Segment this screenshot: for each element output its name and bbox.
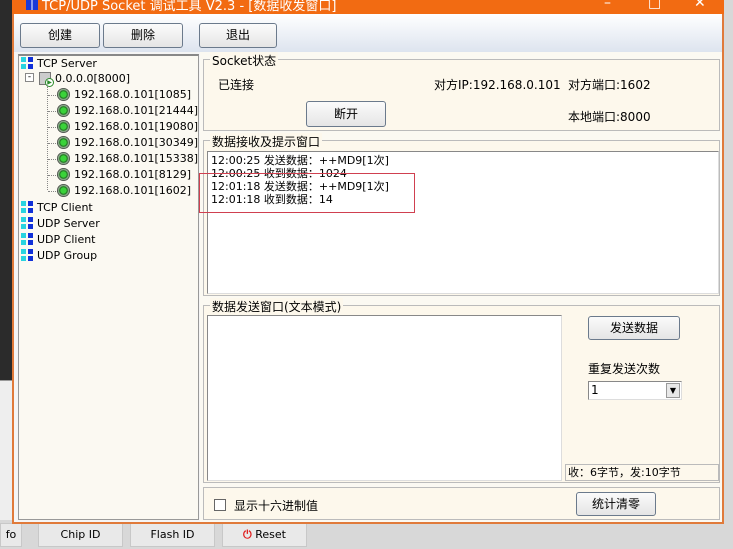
grid-icon [21, 201, 33, 213]
receive-group: 数据接收及提示窗口 12:00:25 发送数据：++MD9[1次] 12:00:… [203, 133, 720, 296]
tree-label: UDP Client [37, 233, 96, 246]
tree-item-udp-server[interactable]: UDP Server [21, 217, 100, 231]
grid-icon [21, 57, 33, 69]
chip-id-button[interactable]: Chip ID [38, 523, 123, 547]
repeat-count-select[interactable]: 1 ▼ [588, 381, 682, 400]
peer-port: 对方端口:1602 [568, 78, 651, 92]
reset-stats-button[interactable]: 统计清零 [576, 492, 656, 516]
tree-label: 192.168.0.101[21444] [74, 104, 199, 117]
send-group: 数据发送窗口(文本模式) 发送数据 重复发送次数 1 ▼ 收：6字节，发:10字节 [203, 298, 720, 483]
socket-status-group: Socket状态 已连接 对方IP:192.168.0.101 对方端口:160… [203, 52, 720, 131]
tree-label: TCP Client [37, 201, 93, 214]
tree-item-tcp-client[interactable]: TCP Client [21, 201, 93, 215]
connected-icon [57, 152, 70, 165]
local-port: 本地端口:8000 [568, 110, 651, 124]
footer-bar: 显示十六进制值 统计清零 [203, 487, 720, 520]
highlight-annotation [199, 173, 415, 213]
byte-stats: 收：6字节，发:10字节 [565, 464, 719, 481]
connected-icon [57, 168, 70, 181]
connected-icon [57, 136, 70, 149]
group-legend: Socket状态 [210, 52, 279, 69]
tree-label: UDP Server [37, 217, 100, 230]
tree-item-connection[interactable]: 192.168.0.101[8129] [57, 168, 191, 182]
create-button[interactable]: 创建 [20, 23, 100, 48]
chevron-down-icon: ▼ [666, 383, 680, 398]
tree-label: 0.0.0.0[8000] [55, 72, 131, 85]
connected-icon [57, 184, 70, 197]
group-legend: 数据接收及提示窗口 [210, 133, 323, 150]
tree-label: 192.168.0.101[30349] [74, 136, 199, 149]
tree-label: 192.168.0.101[19080] [74, 120, 199, 133]
close-button[interactable]: ✕ [694, 0, 706, 11]
power-icon: ⏻ [243, 528, 252, 541]
tree-item-connection[interactable]: 192.168.0.101[30349] [57, 136, 198, 150]
tree-item-udp-client[interactable]: UDP Client [21, 233, 96, 247]
title-bar: TCP/UDP Socket 调试工具 V2.3 - [数据收发窗口] – □ … [12, 0, 724, 14]
tree-label: TCP Server [37, 57, 97, 70]
server-icon: ▶ [39, 72, 54, 87]
connected-icon [57, 88, 70, 101]
tree-item-connection[interactable]: 192.168.0.101[21444] [57, 104, 198, 118]
tree-label: 192.168.0.101[1085] [74, 88, 192, 101]
tree-label: 192.168.0.101[15338] [74, 152, 199, 165]
tree-label: UDP Group [37, 249, 98, 262]
app-icon [26, 0, 38, 10]
connected-icon [57, 104, 70, 117]
tree-item-tcp-server[interactable]: TCP Server [21, 57, 97, 71]
tree-item-connection[interactable]: 192.168.0.101[1602] [57, 184, 191, 198]
toolbar: 创建 删除 退出 [14, 14, 722, 52]
log-line: 12:00:25 发送数据：++MD9[1次] [211, 154, 389, 167]
hex-label: 显示十六进制值 [234, 499, 319, 513]
delete-button[interactable]: 删除 [103, 23, 183, 48]
socket-tree[interactable]: TCP Server - ▶ 0.0.0.0[8000] 192.168.0.10… [18, 54, 199, 520]
connection-state: 已连接 [218, 78, 255, 92]
collapse-toggle[interactable]: - [25, 73, 34, 82]
window-title: TCP/UDP Socket 调试工具 V2.3 - [数据收发窗口] [42, 0, 337, 14]
repeat-label: 重复发送次数 [588, 362, 661, 376]
exit-button[interactable]: 退出 [199, 23, 277, 48]
tree-item-udp-group[interactable]: UDP Group [21, 249, 97, 263]
tree-item-listener[interactable]: ▶ 0.0.0.0[8000] [39, 72, 131, 87]
tree-item-connection[interactable]: 192.168.0.101[1085] [57, 88, 191, 102]
reset-button[interactable]: ⏻ Reset [222, 523, 307, 547]
info-button[interactable]: fo [0, 523, 22, 547]
group-legend: 数据发送窗口(文本模式) [210, 298, 344, 315]
main-panel: Socket状态 已连接 对方IP:192.168.0.101 对方端口:160… [200, 52, 722, 522]
grid-icon [21, 233, 33, 245]
grid-icon [21, 217, 33, 229]
hex-checkbox[interactable] [214, 499, 226, 511]
send-data-button[interactable]: 发送数据 [588, 316, 680, 340]
peer-ip: 对方IP:192.168.0.101 [434, 78, 561, 92]
maximize-button[interactable]: □ [648, 0, 661, 11]
disconnect-button[interactable]: 断开 [306, 101, 386, 127]
repeat-value: 1 [591, 383, 599, 397]
flash-id-button[interactable]: Flash ID [130, 523, 215, 547]
tree-label: 192.168.0.101[8129] [74, 168, 192, 181]
tree-item-connection[interactable]: 192.168.0.101[15338] [57, 152, 198, 166]
connected-icon [57, 120, 70, 133]
reset-label: Reset [255, 528, 286, 541]
minimize-button[interactable]: – [604, 0, 611, 11]
tree-label: 192.168.0.101[1602] [74, 184, 192, 197]
tree-item-connection[interactable]: 192.168.0.101[19080] [57, 120, 198, 134]
grid-icon [21, 249, 33, 261]
send-input[interactable] [207, 315, 562, 481]
